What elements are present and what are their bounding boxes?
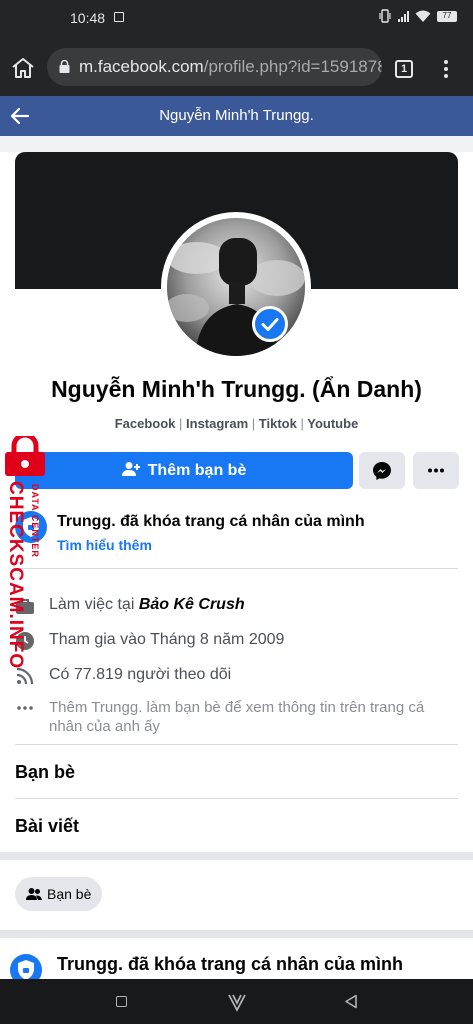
watermark-main-text: CHECKSCAM.INFO	[5, 481, 26, 670]
bio-link-facebook[interactable]: Facebook	[115, 416, 176, 431]
verified-badge-icon	[252, 306, 288, 342]
url-host: m.facebook.com	[79, 57, 204, 76]
bio-link-instagram[interactable]: Instagram	[186, 416, 248, 431]
friends-icon	[26, 888, 42, 900]
system-nav-bar	[0, 979, 473, 1024]
profile-bio: Facebook | Instagram | Tiktok | Youtube	[0, 416, 473, 431]
watermark: CHECKSCAM.INFO DATA CENTER	[0, 436, 50, 670]
friends-filter-chip[interactable]: Bạn bè	[15, 877, 102, 911]
more-dots-icon	[428, 468, 444, 473]
signal-icon	[398, 11, 409, 22]
joined-text: Tham gia vào Tháng 8 năm 2009	[49, 631, 285, 648]
nav-back-icon[interactable]	[344, 994, 358, 1009]
bio-separator: |	[300, 416, 304, 431]
chip-label: Bạn bè	[47, 886, 92, 902]
locked-profile-notice-2: Trungg. đã khóa trang cá nhân của mình	[10, 946, 463, 986]
page-header: Nguyễn Minh'h Trungg.	[0, 96, 473, 136]
info-followers: Có 77.819 người theo dõi	[15, 666, 458, 688]
work-prefix: Làm việc tại	[49, 596, 139, 613]
status-bar: 10:48 77	[0, 0, 473, 38]
profile-name: Nguyễn Minh'h Trungg. (Ẩn Danh)	[51, 376, 422, 402]
divider	[0, 136, 473, 152]
vibrate-icon	[379, 9, 391, 23]
bio-separator: |	[251, 416, 256, 431]
locked-profile-notice: Trungg. đã khóa trang cá nhân của mình T…	[15, 503, 458, 569]
url-field[interactable]: m.facebook.com/profile.php?id=15918786	[47, 48, 382, 86]
recent-apps-icon[interactable]	[116, 996, 127, 1007]
kebab-icon[interactable]	[436, 58, 456, 80]
info-work: Làm việc tại Bảo Kê Crush	[15, 596, 458, 618]
info-more: Thêm Trungg. làm bạn bè để xem thông tin…	[15, 698, 458, 738]
learn-more-link[interactable]: Tìm hiểu thêm	[57, 537, 152, 553]
bio-link-tiktok[interactable]: Tiktok	[259, 416, 297, 431]
message-button[interactable]	[359, 452, 405, 489]
watermark-lock-icon	[5, 436, 45, 476]
nav-home-icon[interactable]	[226, 991, 248, 1013]
lock-icon	[59, 60, 70, 73]
followers-text: Có 77.819 người theo dõi	[49, 666, 232, 683]
add-friend-button[interactable]: Thêm bạn bè	[15, 452, 353, 489]
battery-icon: 77	[437, 10, 457, 22]
locked-title-2: Trungg. đã khóa trang cá nhân của mình	[57, 954, 404, 974]
posts-section[interactable]: Bài viết	[15, 798, 458, 852]
messenger-icon	[373, 462, 391, 480]
info-joined: Tham gia vào Tháng 8 năm 2009	[15, 631, 458, 653]
divider	[0, 852, 473, 860]
add-friend-label: Thêm bạn bè	[147, 462, 247, 479]
status-time: 10:48	[70, 10, 106, 26]
locked-title: Trungg. đã khóa trang cá nhân của mình	[57, 513, 365, 530]
divider	[0, 930, 473, 938]
more-info-text: Thêm Trungg. làm bạn bè để xem thông tin…	[49, 699, 425, 735]
page-title: Nguyễn Minh'h Trungg.	[159, 107, 314, 124]
watermark-sub-text: DATA CENTER	[30, 484, 40, 558]
tab-switcher-button[interactable]: 1	[395, 60, 413, 78]
add-friend-icon	[121, 462, 140, 476]
more-options-button[interactable]	[413, 452, 459, 489]
work-place-link[interactable]: Bảo Kê Crush	[139, 596, 245, 613]
url-path: /profile.php?id=15918786	[203, 57, 382, 76]
gallery-notification-icon	[114, 12, 124, 22]
wifi-icon	[415, 10, 431, 22]
home-icon[interactable]	[10, 56, 36, 80]
friends-section[interactable]: Bạn bè	[15, 744, 458, 798]
browser-toolbar: m.facebook.com/profile.php?id=15918786 1	[0, 38, 473, 96]
ellipsis-icon	[17, 706, 33, 710]
bio-separator: |	[179, 416, 183, 431]
bio-link-youtube[interactable]: Youtube	[307, 416, 358, 431]
status-icons: 77	[379, 9, 457, 23]
